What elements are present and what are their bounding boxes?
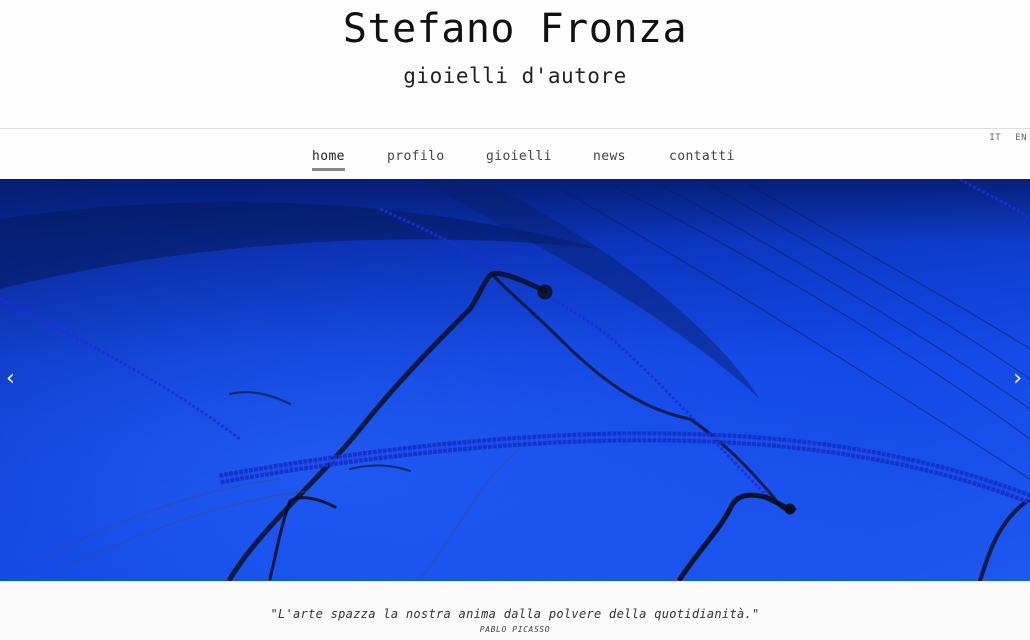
site-subtitle: gioielli d'autore <box>403 64 627 88</box>
nav-item-profilo[interactable]: profilo <box>387 149 445 164</box>
quote-section: "L'arte spazza la nostra anima dalla pol… <box>0 581 1030 640</box>
slider-prev-arrow-icon[interactable]: ‹ <box>6 368 15 390</box>
site-header: Stefano Fronza gioielli d'autore <box>0 0 1030 129</box>
slider-next-arrow-icon[interactable]: › <box>1013 368 1022 390</box>
hero-image <box>0 179 1030 581</box>
nav-item-home[interactable]: home <box>312 149 345 171</box>
nav-item-label: home <box>312 149 345 164</box>
active-indicator <box>312 168 345 171</box>
nav-item-contatti[interactable]: contatti <box>669 149 735 164</box>
hero-slider[interactable]: ‹ › <box>0 179 1030 581</box>
nav-item-gioielli[interactable]: gioielli <box>486 149 552 164</box>
main-nav: home profilo gioielli news contatti <box>0 128 1030 178</box>
site-title[interactable]: Stefano Fronza <box>0 6 1030 52</box>
quote-text: "L'arte spazza la nostra anima dalla pol… <box>270 607 760 621</box>
nav-item-news[interactable]: news <box>593 149 626 164</box>
quote-author: PABLO PICASSO <box>479 625 551 634</box>
